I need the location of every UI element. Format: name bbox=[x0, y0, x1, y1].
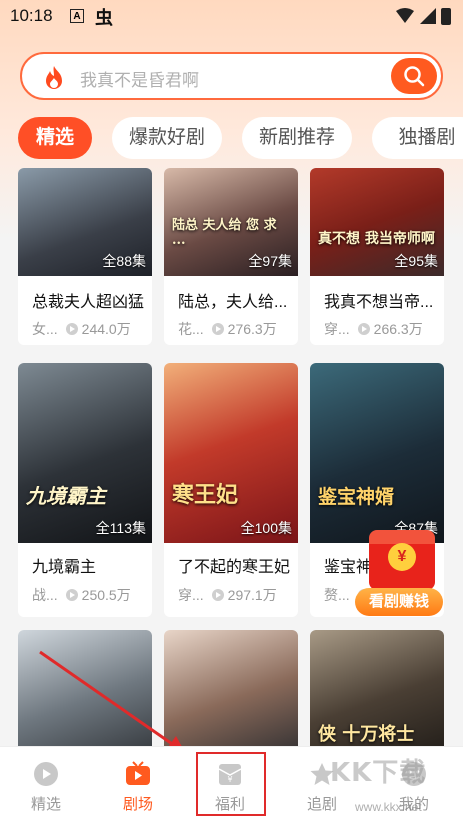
annotation-highlight-box bbox=[196, 752, 266, 816]
nav-featured[interactable]: 精选 bbox=[0, 747, 92, 824]
nav-theater[interactable]: 剧场 bbox=[92, 747, 184, 824]
annotation-arrow bbox=[39, 650, 186, 754]
play-circle-icon bbox=[34, 762, 58, 786]
tv-icon bbox=[126, 761, 150, 785]
nav-theater-label: 剧场 bbox=[122, 796, 153, 813]
watermark-url: www.kkx.net bbox=[355, 800, 422, 814]
nav-featured-label: 精选 bbox=[30, 796, 61, 813]
watermark-logo: KK下载 bbox=[330, 758, 427, 788]
